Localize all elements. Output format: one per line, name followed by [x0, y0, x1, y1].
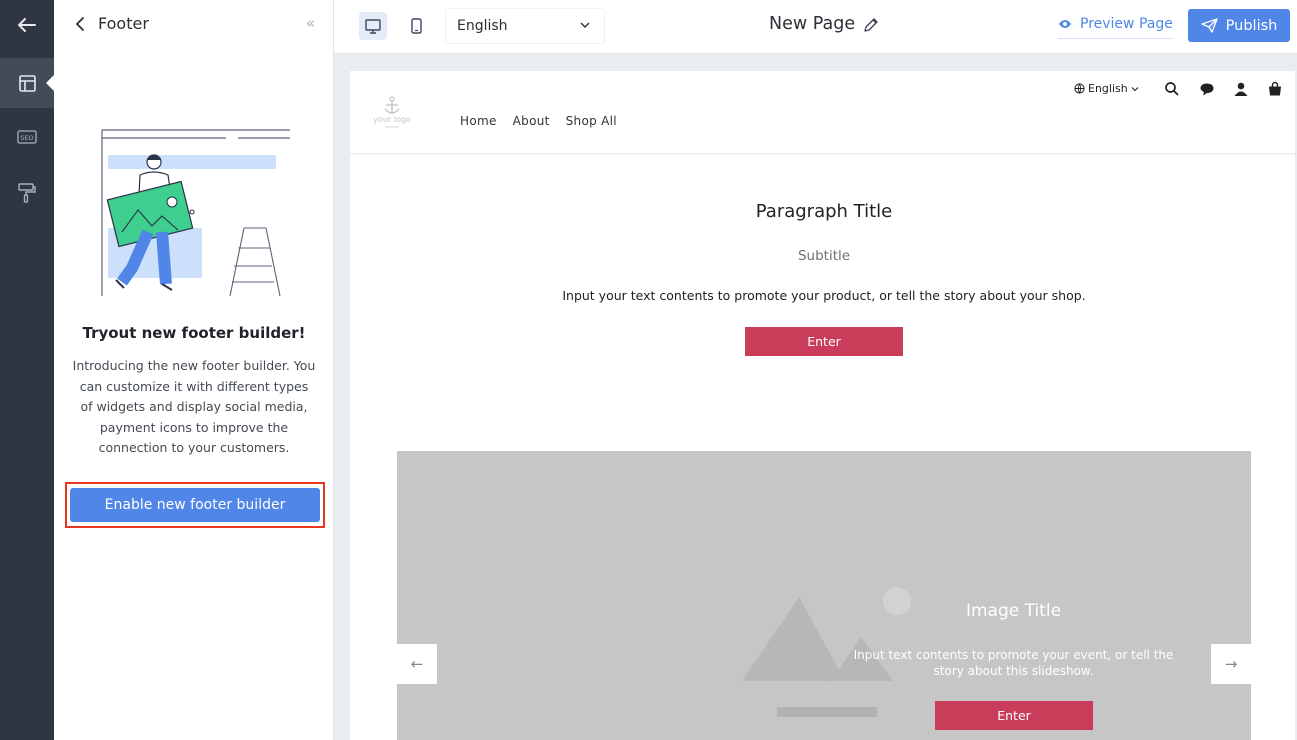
slide-enter-button[interactable]: Enter [935, 701, 1093, 730]
paragraph-subtitle: Subtitle [797, 248, 851, 264]
logo-text: your logo [373, 115, 411, 124]
desktop-icon [365, 18, 381, 34]
page-name: New Page [769, 14, 856, 34]
chevron-down-icon [1131, 86, 1139, 91]
rail-layout-button[interactable] [0, 58, 54, 108]
rail-theme-button[interactable] [0, 170, 54, 216]
slide-prev-button[interactable]: ← [397, 644, 437, 684]
back-button[interactable] [0, 2, 54, 48]
chat-icon[interactable] [1199, 81, 1215, 97]
nav-item-home[interactable]: Home [460, 114, 497, 128]
footer-builder-illustration [101, 129, 290, 297]
footer-panel: Footer « Tryout new footer builder! Intr… [54, 0, 334, 740]
panel-back-button[interactable] [72, 14, 88, 34]
seo-icon: SEO [17, 130, 37, 144]
arrow-left-icon: ← [410, 655, 424, 673]
preview-label: Preview Page [1080, 15, 1173, 32]
paint-roller-icon [18, 183, 36, 203]
site-language-label: English [1088, 82, 1128, 95]
paragraph-title: Paragraph Title [755, 201, 893, 222]
promo-title: Tryout new footer builder! [82, 324, 306, 342]
search-icon[interactable] [1164, 81, 1180, 97]
arrow-right-icon: → [1224, 655, 1238, 673]
preview-page-link[interactable]: Preview Page [1058, 11, 1173, 39]
paragraph-text: Input your text contents to promote your… [562, 288, 1086, 303]
promo-description: Introducing the new footer builder. You … [72, 358, 316, 455]
mobile-icon [410, 18, 422, 34]
page-canvas: your logo Home About Shop All English Pa… [350, 71, 1295, 740]
nav-item-about[interactable]: About [513, 114, 550, 128]
slideshow[interactable]: Image Title Input text contents to promo… [397, 451, 1251, 740]
chevron-left-icon [75, 17, 84, 31]
paragraph-enter-button[interactable]: Enter [745, 327, 903, 356]
language-select-value: English [457, 18, 508, 34]
user-icon[interactable] [1233, 81, 1249, 97]
slide-title: Image Title [965, 601, 1062, 621]
eye-icon [1059, 19, 1071, 28]
svg-text:SEO: SEO [20, 134, 33, 142]
editor-topbar: English New Page Preview Page Publish [334, 0, 1297, 54]
slide-next-button[interactable]: → [1211, 644, 1251, 684]
language-select[interactable]: English [445, 8, 605, 44]
slide-text: Input text contents to promote your even… [853, 648, 1174, 678]
site-nav: Home About Shop All [460, 114, 617, 128]
site-logo: your logo [373, 96, 411, 128]
send-icon [1200, 18, 1218, 33]
rail-seo-button[interactable]: SEO [0, 114, 54, 160]
site-header[interactable]: your logo Home About Shop All English [350, 71, 1295, 154]
publish-button[interactable]: Publish [1188, 9, 1290, 42]
layout-icon [18, 74, 36, 92]
collapse-panel-icon[interactable]: « [306, 14, 315, 32]
shopping-bag-icon[interactable] [1267, 81, 1283, 97]
globe-icon [1074, 83, 1085, 94]
enable-footer-builder-button[interactable]: Enable new footer builder [70, 488, 320, 522]
desktop-view-button[interactable] [359, 12, 387, 40]
nav-item-shop-all[interactable]: Shop All [566, 114, 617, 128]
site-language-switch[interactable]: English [1074, 82, 1139, 95]
pencil-icon[interactable] [862, 16, 880, 34]
panel-title: Footer [98, 14, 149, 33]
left-rail: SEO [0, 0, 54, 740]
mobile-view-button[interactable] [402, 12, 430, 40]
publish-label: Publish [1225, 17, 1278, 34]
chevron-down-icon [580, 22, 590, 28]
highlight-box: Enable new footer builder [65, 482, 325, 528]
arrow-left-icon [18, 18, 36, 32]
